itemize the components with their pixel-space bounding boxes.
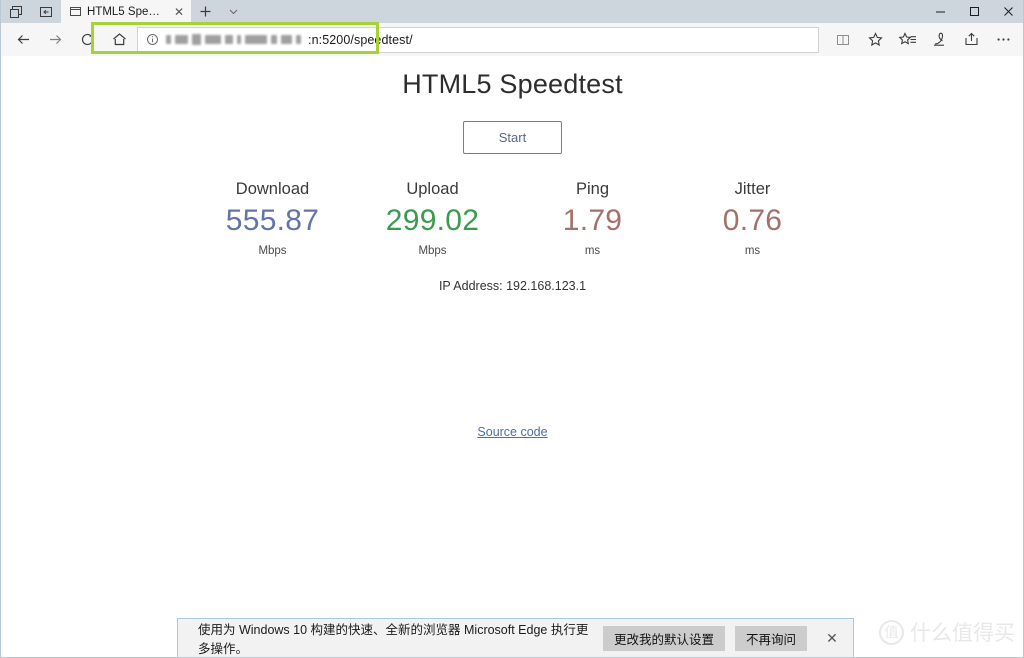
tab-title: HTML5 Speedtest — [87, 5, 166, 18]
browser-toolbar: :n:5200/speedtest/ — [1, 23, 1023, 56]
metric-label: Download — [235, 180, 310, 198]
metric-unit: Mbps — [418, 245, 447, 257]
metric-value: 0.76 — [722, 204, 783, 237]
home-icon[interactable] — [103, 26, 135, 54]
browser-window: HTML5 Speedtest ✕ — [0, 0, 1024, 658]
close-icon[interactable]: ✕ — [817, 624, 847, 652]
set-tabs-aside-icon[interactable] — [31, 0, 61, 23]
page-title: HTML5 Speedtest — [402, 69, 623, 99]
metric-unit: ms — [584, 245, 601, 257]
source-code-link[interactable]: Source code — [477, 425, 547, 439]
redacted-host-text — [166, 34, 301, 45]
add-favorite-icon[interactable] — [859, 26, 891, 54]
forward-button[interactable] — [39, 26, 71, 54]
metric-value: 299.02 — [385, 204, 480, 237]
new-tab-button[interactable] — [191, 0, 219, 23]
metric-unit: Mbps — [258, 245, 287, 257]
chevron-down-icon[interactable] — [219, 0, 247, 23]
address-bar-url: :n:5200/speedtest/ — [308, 32, 413, 47]
metric-jitter: Jitter 0.76 ms — [673, 178, 833, 260]
more-settings-icon[interactable] — [987, 26, 1019, 54]
change-default-settings-button[interactable]: 更改我的默认设置 — [602, 625, 725, 651]
metric-label: Upload — [406, 180, 459, 198]
tab-strip: HTML5 Speedtest ✕ — [1, 0, 1023, 23]
dont-ask-again-button[interactable]: 不再询问 — [734, 625, 807, 651]
back-button[interactable] — [7, 26, 39, 54]
metrics-row: Download 555.87 Mbps Upload 299.02 Mbps … — [2, 178, 1023, 260]
maximize-button[interactable] — [957, 0, 991, 23]
source-code-row: Source code — [2, 423, 1023, 441]
edge-default-browser-notification: 使用为 Windows 10 构建的快速、全新的浏览器 Microsoft Ed… — [177, 618, 854, 657]
browser-tab[interactable]: HTML5 Speedtest ✕ — [61, 0, 191, 23]
page-content: HTML5 Speedtest Start Download 555.87 Mb… — [2, 56, 1023, 656]
address-bar[interactable]: :n:5200/speedtest/ — [137, 26, 819, 53]
refresh-button[interactable] — [71, 26, 103, 54]
toolbar-right-icons — [827, 26, 1019, 54]
metric-ping: Ping 1.79 ms — [513, 178, 673, 260]
metric-unit: ms — [744, 245, 761, 257]
metric-value: 555.87 — [225, 204, 320, 237]
site-info-icon[interactable] — [146, 33, 159, 46]
tab-previews-icon[interactable] — [1, 0, 31, 23]
metric-value: 1.79 — [562, 204, 623, 237]
hub-favorites-icon[interactable] — [891, 26, 923, 54]
tab-favicon-icon — [69, 5, 82, 18]
share-icon[interactable] — [955, 26, 987, 54]
minimize-button[interactable] — [923, 0, 957, 23]
start-button-row: Start — [2, 121, 1023, 154]
notification-message: 使用为 Windows 10 构建的快速、全新的浏览器 Microsoft Ed… — [198, 623, 589, 656]
address-bar-wrapper: :n:5200/speedtest/ — [137, 26, 819, 53]
ip-address-line: IP Address: 192.168.123.1 — [438, 279, 587, 293]
close-button[interactable] — [991, 0, 1023, 23]
metric-label: Ping — [575, 180, 610, 198]
window-controls — [923, 0, 1023, 23]
reading-view-icon[interactable] — [827, 26, 859, 54]
tab-close-icon[interactable]: ✕ — [171, 4, 187, 20]
metric-download: Download 555.87 Mbps — [193, 178, 353, 260]
web-notes-icon[interactable] — [923, 26, 955, 54]
metric-upload: Upload 299.02 Mbps — [353, 178, 513, 260]
metric-label: Jitter — [734, 180, 771, 198]
start-button[interactable]: Start — [463, 121, 562, 154]
